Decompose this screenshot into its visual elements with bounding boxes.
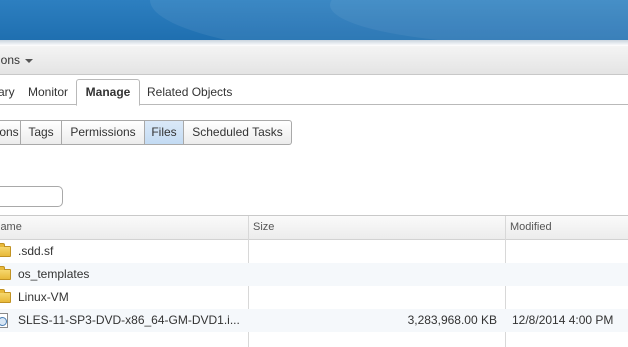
top-banner bbox=[0, 0, 628, 40]
subtab-scheduled-tasks[interactable]: Scheduled Tasks bbox=[184, 121, 291, 144]
folder-icon bbox=[0, 243, 11, 257]
table-row[interactable]: Linux-VM bbox=[0, 286, 628, 309]
files-grid: lame Size Modified .sdd.sf os_templates … bbox=[0, 215, 628, 347]
size-cell: 3,283,968.00 KB bbox=[407, 313, 497, 327]
actions-menu-label: ions bbox=[0, 53, 21, 67]
modified-cell: 12/8/2014 4:00 PM bbox=[512, 313, 614, 327]
modified-cell bbox=[512, 286, 628, 309]
name-cell: .sdd.sf bbox=[0, 240, 240, 263]
table-row[interactable]: .sdd.sf bbox=[0, 240, 628, 263]
manage-subtabs: ons Tags Permissions Files Scheduled Tas… bbox=[0, 120, 292, 145]
chevron-down-icon bbox=[25, 58, 34, 63]
tab-summary[interactable]: ary bbox=[0, 80, 15, 104]
tab-related-objects[interactable]: Related Objects bbox=[147, 80, 232, 104]
modified-cell bbox=[512, 240, 628, 263]
file-name: SLES-11-SP3-DVD-x86_64-GM-DVD1.i... bbox=[18, 313, 240, 327]
tab-monitor[interactable]: Monitor bbox=[28, 80, 68, 104]
column-header-modified[interactable]: Modified bbox=[510, 216, 552, 239]
subtab-settings[interactable]: ons bbox=[0, 121, 21, 144]
table-row[interactable]: SLES-11-SP3-DVD-x86_64-GM-DVD1.i... 3,28… bbox=[0, 309, 628, 332]
name-cell: Linux-VM bbox=[0, 286, 240, 309]
table-row[interactable]: os_templates bbox=[0, 263, 628, 286]
actions-bar: ions bbox=[0, 46, 628, 75]
file-name: os_templates bbox=[18, 267, 90, 281]
folder-icon bbox=[0, 289, 11, 303]
disc-image-icon bbox=[0, 313, 8, 328]
actions-menu[interactable]: ions bbox=[0, 46, 34, 74]
modified-cell bbox=[512, 263, 628, 286]
size-cell bbox=[255, 286, 497, 309]
grid-header: lame Size Modified bbox=[0, 216, 628, 240]
file-name: .sdd.sf bbox=[18, 244, 54, 258]
folder-icon bbox=[0, 266, 11, 280]
file-name: Linux-VM bbox=[18, 290, 69, 304]
tab-manage[interactable]: Manage bbox=[76, 79, 140, 106]
name-cell: SLES-11-SP3-DVD-x86_64-GM-DVD1.i... bbox=[0, 309, 240, 332]
main-tabs: ary Monitor Manage Related Objects bbox=[0, 79, 628, 106]
subtab-files[interactable]: Files bbox=[145, 121, 184, 144]
size-cell bbox=[255, 263, 497, 286]
column-header-size[interactable]: Size bbox=[253, 216, 274, 239]
size-cell bbox=[255, 240, 497, 263]
name-cell: os_templates bbox=[0, 263, 240, 286]
subtab-permissions[interactable]: Permissions bbox=[62, 121, 145, 144]
subtab-tags[interactable]: Tags bbox=[21, 121, 62, 144]
column-header-name[interactable]: lame bbox=[0, 216, 22, 239]
search-input[interactable] bbox=[0, 186, 63, 207]
